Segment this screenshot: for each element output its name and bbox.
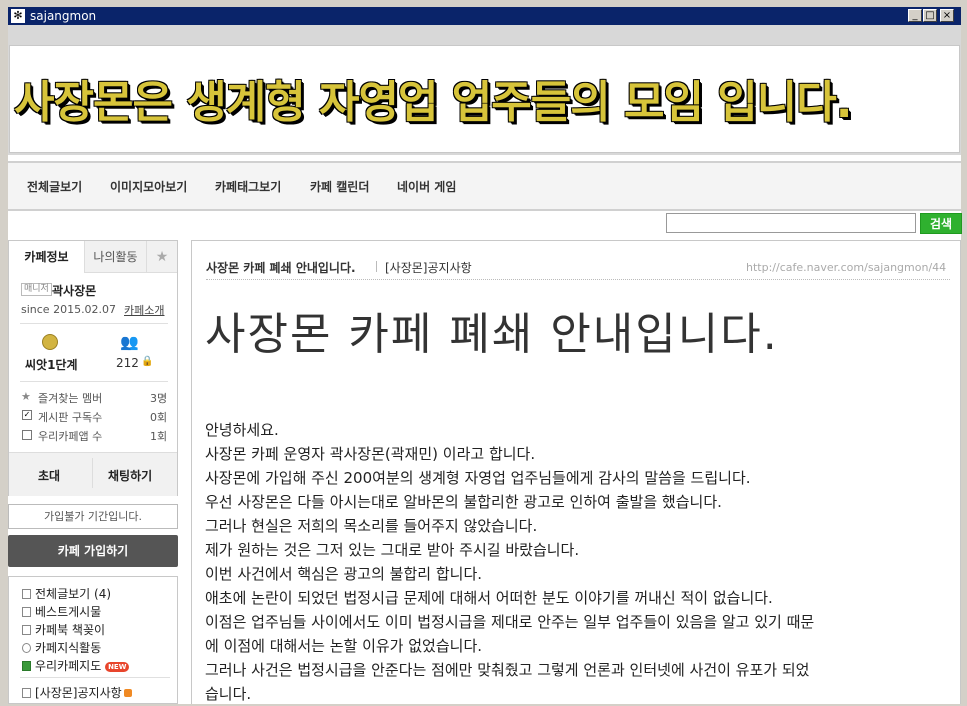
app-icon [22, 430, 32, 440]
cafe-intro-link[interactable]: 카페소개 [124, 302, 164, 318]
star-icon[interactable]: ★ [146, 241, 177, 273]
checkbox-icon: ✓ [22, 410, 32, 420]
stat-favorite-members-label: 즐겨찾는 멤버 [38, 392, 103, 405]
link-best-posts[interactable]: 베스트게시물 [22, 603, 101, 620]
divider [20, 381, 168, 382]
menu-all-posts[interactable]: 전체글보기 [27, 178, 82, 195]
lock-icon: 🔒 [141, 356, 154, 367]
close-button[interactable]: × [940, 9, 954, 22]
post-title: 사장몬 카페 폐쇄 안내입니다. [206, 261, 356, 275]
post-line: 제가 원하는 것은 그저 있는 그대로 받아 주시길 바랐습니다. [205, 541, 580, 559]
link-notice-board-label: [사장몬]공지사항 [35, 686, 122, 700]
chat-button[interactable]: 채팅하기 [108, 467, 152, 484]
post-body: 안녕하세요. 사장몬 카페 운영자 곽사장몬(곽재민) 이라고 합니다. 사장몬… [205, 418, 945, 706]
post-headline: 사장몬 카페 폐쇄 안내입니다. [205, 309, 779, 360]
stat-board-subscriptions-value: 0회 [150, 411, 168, 424]
stat-favorite-members-value: 3명 [150, 392, 168, 405]
link-knowledge-activity[interactable]: 카페지식활동 [22, 639, 101, 656]
post-url[interactable]: http://cafe.naver.com/sajangmon/44 [746, 261, 946, 274]
window-title-bar[interactable]: ✻ sajangmon _ □ × [8, 7, 961, 25]
tab-cafe-info[interactable]: 카페정보 [9, 241, 84, 273]
all-posts-count: (4) [94, 587, 112, 601]
search-button[interactable]: 검색 [920, 213, 962, 234]
link-best-posts-label: 베스트게시물 [35, 605, 102, 619]
post-line: 애초에 논란이 되었던 법정시급 문제에 대해서 어떠한 분도 이야기를 꺼내신… [205, 589, 773, 607]
book-icon [22, 625, 31, 635]
window-title: sajangmon [30, 9, 97, 23]
maximize-button[interactable]: □ [923, 9, 937, 22]
new-post-icon [123, 689, 132, 697]
divider [206, 279, 950, 280]
post-line: 그러나 현실은 저희의 목소리를 들어주지 않았습니다. [205, 517, 538, 535]
divider [20, 677, 170, 678]
post-line: 우선 사장몬은 다들 아시는대로 알바몬의 불합리한 광고로 인하여 출발을 했… [205, 493, 722, 511]
tab-my-activity[interactable]: 나의활동 [84, 241, 146, 273]
stat-cafe-app-label: 우리카페앱 수 [38, 430, 103, 443]
post-line: 사장몬에 가입해 주신 200여분의 생계형 자영업 업주님들에게 감사의 말씀… [205, 469, 751, 487]
cafe-level[interactable]: 씨앗1단계 [25, 356, 78, 373]
link-notice-board[interactable]: [사장몬]공지사항 [22, 684, 132, 701]
list-icon [22, 589, 31, 599]
star-icon: ★ [21, 390, 31, 403]
board-icon [22, 688, 31, 698]
divider [376, 261, 377, 272]
post-line: 안녕하세요. [205, 421, 279, 439]
post-line: 이번 사건에서 핵심은 광고의 불합리 합니다. [205, 565, 483, 583]
divider [92, 458, 93, 488]
search-input[interactable] [666, 213, 916, 233]
menu-naver-game[interactable]: 네이버 게임 [397, 178, 456, 195]
members-icon: 👥 [120, 333, 139, 351]
post-board-link[interactable]: [사장몬]공지사항 [385, 259, 472, 276]
link-knowledge-label: 카페지식활동 [35, 641, 102, 655]
post-line: 이점은 업주님들 사이에서도 이미 법정시급을 제대로 안주는 일부 업주들이 … [205, 613, 815, 631]
link-all-posts-label: 전체글보기 [35, 587, 91, 601]
manager-name[interactable]: 곽사장몬 [52, 282, 96, 299]
knowledge-icon [22, 643, 31, 653]
post-line: 사장몬 카페 운영자 곽사장몬(곽재민) 이라고 합니다. [205, 445, 536, 463]
menu-image-gallery[interactable]: 이미지모아보기 [110, 178, 187, 195]
stat-board-subscriptions-label: 게시판 구독수 [38, 411, 103, 424]
level-seed-icon [42, 334, 58, 350]
link-cafe-book[interactable]: 카페북 책꽂이 [22, 621, 105, 638]
post-line: 에 이점에 대해서는 논할 이유가 없었습니다. [205, 637, 483, 655]
link-cafe-map-label: 우리카페지도 [35, 659, 102, 673]
link-cafe-map[interactable]: 우리카페지도 NEW [22, 657, 130, 674]
link-all-posts[interactable]: 전체글보기 (4) [22, 585, 111, 602]
menu-calendar[interactable]: 카페 캘린더 [310, 178, 369, 195]
post-line: 그러나 사건은 법정시급을 안준다는 점에만 맞춰줬고 그렇게 언론과 인터넷에… [205, 661, 810, 679]
map-icon [22, 661, 31, 671]
post-line: 습니다. [205, 685, 252, 703]
link-cafe-book-label: 카페북 책꽂이 [35, 623, 106, 637]
app-icon[interactable]: ✻ [11, 9, 25, 23]
join-unavailable-notice: 가입불가 기간입니다. [8, 504, 178, 529]
divider [20, 323, 168, 324]
manager-badge: 매니저 [21, 283, 52, 296]
new-badge: NEW [105, 662, 130, 672]
minimize-button[interactable]: _ [908, 9, 922, 22]
stat-cafe-app-value: 1회 [150, 430, 168, 443]
banner-title: 사장몬은 생계형 자영업 업주들의 모임 입니다. [14, 77, 852, 128]
invite-button[interactable]: 초대 [38, 467, 60, 484]
document-icon [22, 607, 31, 617]
join-cafe-button[interactable]: 카페 가입하기 [8, 535, 178, 567]
menu-tags[interactable]: 카페태그보기 [215, 178, 281, 195]
since-date: since 2015.02.07 [21, 303, 117, 316]
member-count[interactable]: 212 [116, 356, 139, 370]
